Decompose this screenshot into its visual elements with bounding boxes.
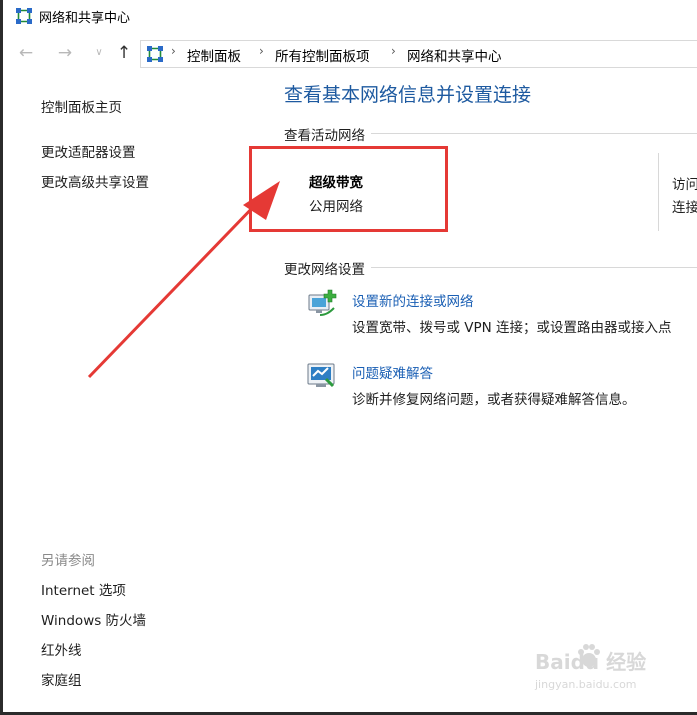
network-column-divider xyxy=(658,153,659,231)
breadcrumb-chevron-icon[interactable]: › xyxy=(259,44,264,58)
back-arrow-icon[interactable]: ← xyxy=(15,42,37,64)
new-connection-icon xyxy=(308,289,337,316)
breadcrumb-chevron-icon[interactable]: › xyxy=(171,44,176,58)
change-adapter-settings-link[interactable]: 更改适配器设置 xyxy=(41,141,136,161)
up-arrow-icon[interactable]: ↑ xyxy=(113,42,135,64)
title-bar: 网络和共享中心 xyxy=(3,0,697,32)
network-center-icon xyxy=(16,8,32,24)
infrared-link[interactable]: 红外线 xyxy=(41,639,82,659)
setup-new-connection-description: 设置宽带、拨号或 VPN 连接；或设置路由器或接入点 xyxy=(352,320,672,336)
change-settings-heading: 更改网络设置 xyxy=(284,258,371,278)
internet-options-link[interactable]: Internet 选项 xyxy=(41,579,126,599)
active-networks-heading: 查看活动网络 xyxy=(284,124,371,144)
troubleshoot-icon xyxy=(307,363,335,388)
connections-label: 连接 xyxy=(672,200,697,216)
watermark-url: jingyan.baidu.com xyxy=(535,678,637,691)
breadcrumb-network-center[interactable]: 网络和共享中心 xyxy=(407,45,502,65)
window-title: 网络和共享中心 xyxy=(39,11,131,26)
windows-firewall-link[interactable]: Windows 防火墙 xyxy=(41,609,146,629)
breadcrumb-chevron-icon[interactable]: › xyxy=(391,44,396,58)
page-title: 查看基本网络信息并设置连接 xyxy=(284,84,532,106)
troubleshoot-problems-description: 诊断并修复网络问题，或者获得疑难解答信息。 xyxy=(352,392,636,408)
homegroup-link[interactable]: 家庭组 xyxy=(41,669,82,689)
see-also-heading: 另请参阅 xyxy=(41,553,95,569)
recent-locations-chevron-icon[interactable]: ∨ xyxy=(88,42,110,64)
forward-arrow-icon[interactable]: → xyxy=(54,42,76,64)
baidu-watermark: Baidu 经验 jingyan.baidu.com xyxy=(535,636,693,696)
setup-new-connection-link[interactable]: 设置新的连接或网络 xyxy=(352,290,474,310)
navigation-bar: ← → ∨ ↑ › 控制面板 › 所有控制面板项 › 网络和共享中心 xyxy=(3,38,697,70)
window-frame-left xyxy=(0,0,3,715)
breadcrumb-all-items[interactable]: 所有控制面板项 xyxy=(275,45,370,65)
breadcrumb-control-panel[interactable]: 控制面板 xyxy=(187,45,241,65)
access-type-label: 访问 xyxy=(672,177,697,193)
address-bar[interactable]: › 控制面板 › 所有控制面板项 › 网络和共享中心 xyxy=(140,40,697,68)
change-advanced-sharing-link[interactable]: 更改高级共享设置 xyxy=(41,171,149,191)
annotation-highlight-box xyxy=(249,146,448,232)
control-panel-home-link[interactable]: 控制面板主页 xyxy=(41,96,122,116)
network-center-icon xyxy=(147,46,163,62)
troubleshoot-problems-link[interactable]: 问题疑难解答 xyxy=(352,362,433,382)
watermark-brand: Baidu 经验 xyxy=(535,650,647,674)
